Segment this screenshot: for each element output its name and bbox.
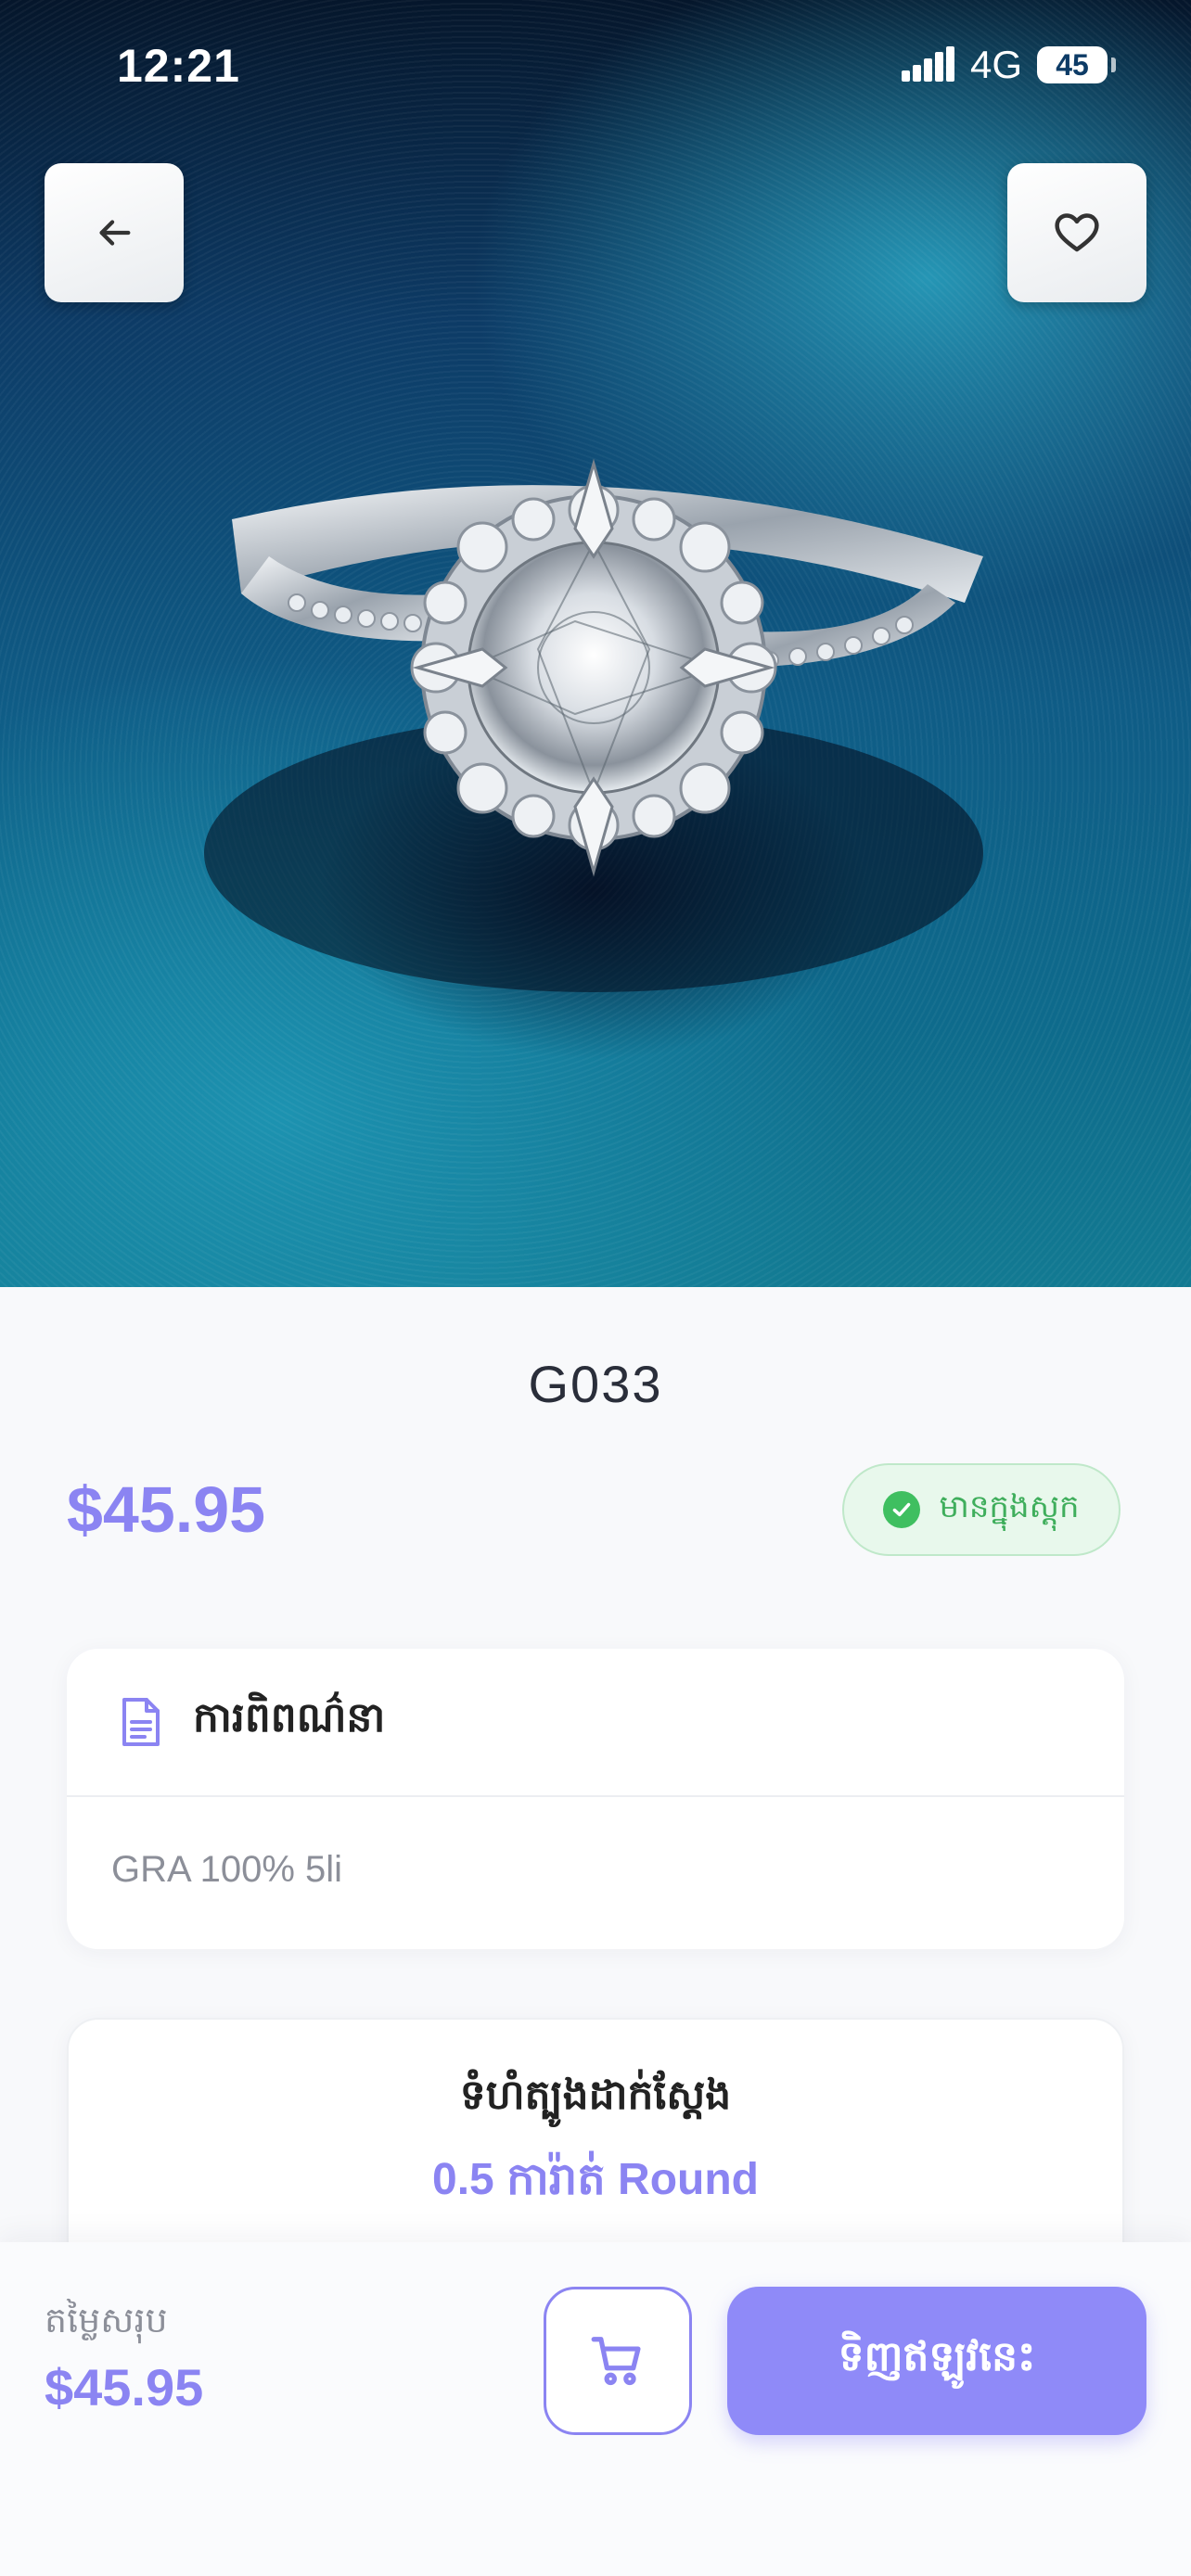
description-text: GRA 100% 5li xyxy=(111,1849,343,1890)
add-to-cart-button[interactable] xyxy=(544,2287,692,2435)
check-circle-icon xyxy=(883,1491,921,1528)
network-type: 4G xyxy=(970,43,1023,86)
product-title: G033 xyxy=(528,1355,663,1413)
stone-size-value: 0.5 ការ៉ាត់ Round xyxy=(432,2155,759,2204)
stock-label: មានក្នុងស្តុក xyxy=(939,1488,1080,1525)
battery-nub xyxy=(1111,57,1116,72)
favorite-button[interactable] xyxy=(1007,163,1146,302)
total-label: តម្លៃសរុប xyxy=(45,2300,168,2340)
bottom-bar: តម្លៃសរុប $45.95 ទិញឥឡូវនេះ xyxy=(0,2242,1191,2576)
total-value: $45.95 xyxy=(45,2358,204,2417)
stock-badge: មានក្នុងស្តុក xyxy=(842,1463,1121,1556)
product-price: $45.95 xyxy=(67,1473,266,1546)
product-image: 12:21 4G 45 xyxy=(0,0,1191,1287)
arrow-left-icon xyxy=(99,220,131,246)
back-button[interactable] xyxy=(45,163,184,302)
signal-icon xyxy=(902,46,954,82)
description-card: ការពិពណ៌នា GRA 100% 5li xyxy=(67,1649,1124,1949)
stone-size-title: ទំហំត្បូងដាក់ស្តែង xyxy=(459,2072,732,2119)
cart-icon xyxy=(591,2337,641,2386)
buy-now-button[interactable]: ទិញឥឡូវនេះ xyxy=(727,2287,1146,2435)
description-title: ការពិពណ៌នា xyxy=(193,1694,386,1741)
document-icon xyxy=(122,1698,160,1746)
heart-icon xyxy=(1055,213,1099,252)
status-bar: 12:21 4G 45 xyxy=(0,0,1191,139)
battery-icon: 45 xyxy=(1037,46,1108,83)
description-header: ការពិពណ៌នា xyxy=(67,1649,1124,1797)
status-time: 12:21 xyxy=(117,40,240,92)
